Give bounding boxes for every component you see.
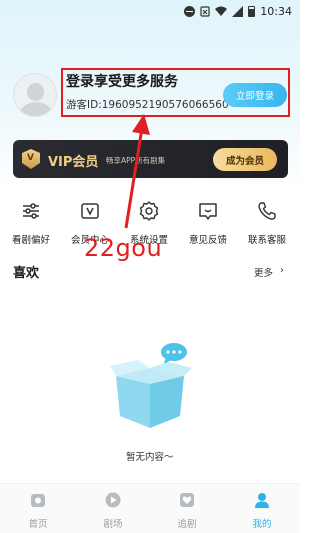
status-time: 10:34 xyxy=(260,4,292,18)
heart-icon xyxy=(180,493,194,507)
shortcut-label: 意见反馈 xyxy=(188,235,227,246)
login-title[interactable]: 登录享受更多服务 xyxy=(66,71,178,91)
home-icon xyxy=(31,494,45,507)
status-bar: 10:34 xyxy=(0,0,300,22)
watermark-text: 22gou xyxy=(84,234,163,262)
favorites-title: 喜欢 xyxy=(13,266,40,281)
avatar[interactable] xyxy=(13,73,57,117)
shortcut-label: 看剧偏好 xyxy=(11,235,50,246)
nav-item-follow[interactable]: 追剧 xyxy=(162,491,212,530)
sliders-icon xyxy=(23,203,39,219)
nav-item-home[interactable]: 首页 xyxy=(13,491,63,530)
favorites-more-link[interactable]: 更多 xyxy=(254,265,273,279)
nav-label: 追剧 xyxy=(177,519,197,530)
sim-icon xyxy=(200,5,210,17)
do-not-disturb-icon xyxy=(184,5,196,17)
login-button[interactable]: 立即登录 xyxy=(223,83,287,107)
shortcut-preferences[interactable]: 看剧偏好 xyxy=(4,200,58,246)
nav-label: 剧场 xyxy=(103,519,123,530)
nav-item-theater[interactable]: 剧场 xyxy=(88,491,138,530)
empty-state-text: 暂无内容～ xyxy=(126,452,174,463)
shortcut-customer-service[interactable]: 联系客服 xyxy=(240,200,294,246)
profile-icon xyxy=(255,493,269,508)
avatar-body-shape xyxy=(20,102,52,116)
vip-title: VIP会员 xyxy=(48,155,99,170)
shortcut-feedback[interactable]: 意见反馈 xyxy=(181,200,235,246)
chevron-right-icon[interactable]: › xyxy=(280,265,284,276)
become-member-button[interactable]: 成为会员 xyxy=(213,148,277,171)
battery-icon xyxy=(248,5,256,17)
nav-item-mine[interactable]: 我的 xyxy=(237,491,287,530)
shortcut-label: 联系客服 xyxy=(247,235,286,246)
feedback-icon xyxy=(199,203,217,220)
annotation-arrow-icon xyxy=(124,114,150,229)
vip-card-icon xyxy=(81,203,99,219)
avatar-head-shape xyxy=(27,83,44,101)
nav-label: 我的 xyxy=(252,519,272,530)
signal-icon xyxy=(232,5,244,17)
phone-icon xyxy=(258,202,276,220)
wifi-icon xyxy=(215,6,228,16)
play-icon xyxy=(105,492,121,508)
empty-box-icon xyxy=(110,343,192,428)
vip-badge-letter: V xyxy=(27,153,34,163)
nav-label: 首页 xyxy=(28,519,48,530)
